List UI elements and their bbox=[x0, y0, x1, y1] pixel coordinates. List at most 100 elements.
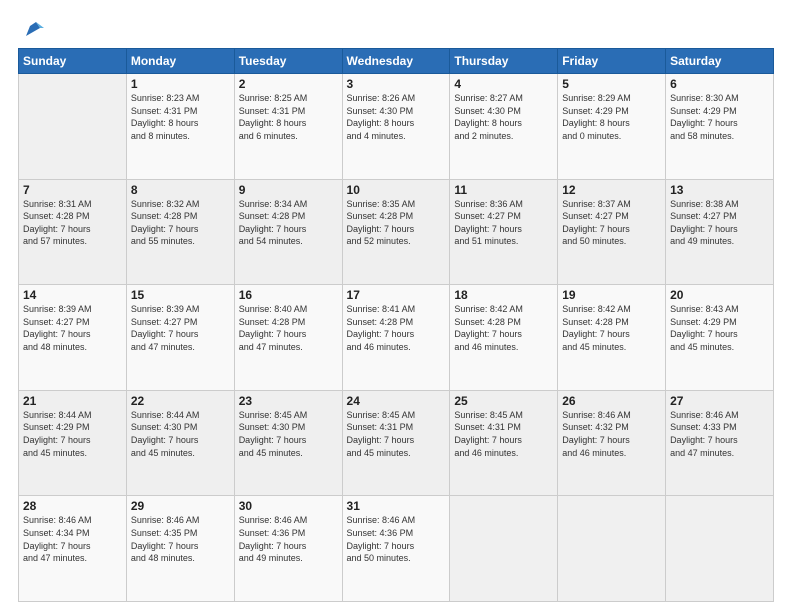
day-number: 8 bbox=[131, 183, 230, 197]
col-header-thursday: Thursday bbox=[450, 49, 558, 74]
day-cell: 18Sunrise: 8:42 AMSunset: 4:28 PMDayligh… bbox=[450, 285, 558, 391]
day-cell: 7Sunrise: 8:31 AMSunset: 4:28 PMDaylight… bbox=[19, 179, 127, 285]
day-cell: 13Sunrise: 8:38 AMSunset: 4:27 PMDayligh… bbox=[666, 179, 774, 285]
col-header-saturday: Saturday bbox=[666, 49, 774, 74]
day-info: Sunrise: 8:34 AMSunset: 4:28 PMDaylight:… bbox=[239, 198, 338, 248]
col-header-tuesday: Tuesday bbox=[234, 49, 342, 74]
logo-icon bbox=[22, 18, 44, 40]
day-cell: 27Sunrise: 8:46 AMSunset: 4:33 PMDayligh… bbox=[666, 390, 774, 496]
day-info: Sunrise: 8:46 AMSunset: 4:34 PMDaylight:… bbox=[23, 514, 122, 564]
day-number: 11 bbox=[454, 183, 553, 197]
calendar-table: SundayMondayTuesdayWednesdayThursdayFrid… bbox=[18, 48, 774, 602]
col-header-monday: Monday bbox=[126, 49, 234, 74]
day-cell: 19Sunrise: 8:42 AMSunset: 4:28 PMDayligh… bbox=[558, 285, 666, 391]
day-cell: 25Sunrise: 8:45 AMSunset: 4:31 PMDayligh… bbox=[450, 390, 558, 496]
week-row-4: 21Sunrise: 8:44 AMSunset: 4:29 PMDayligh… bbox=[19, 390, 774, 496]
col-header-sunday: Sunday bbox=[19, 49, 127, 74]
day-info: Sunrise: 8:41 AMSunset: 4:28 PMDaylight:… bbox=[347, 303, 446, 353]
day-info: Sunrise: 8:42 AMSunset: 4:28 PMDaylight:… bbox=[454, 303, 553, 353]
day-info: Sunrise: 8:27 AMSunset: 4:30 PMDaylight:… bbox=[454, 92, 553, 142]
day-cell: 3Sunrise: 8:26 AMSunset: 4:30 PMDaylight… bbox=[342, 74, 450, 180]
day-info: Sunrise: 8:45 AMSunset: 4:31 PMDaylight:… bbox=[347, 409, 446, 459]
week-row-3: 14Sunrise: 8:39 AMSunset: 4:27 PMDayligh… bbox=[19, 285, 774, 391]
day-cell: 31Sunrise: 8:46 AMSunset: 4:36 PMDayligh… bbox=[342, 496, 450, 602]
day-info: Sunrise: 8:42 AMSunset: 4:28 PMDaylight:… bbox=[562, 303, 661, 353]
day-number: 31 bbox=[347, 499, 446, 513]
day-number: 1 bbox=[131, 77, 230, 91]
day-info: Sunrise: 8:25 AMSunset: 4:31 PMDaylight:… bbox=[239, 92, 338, 142]
day-info: Sunrise: 8:30 AMSunset: 4:29 PMDaylight:… bbox=[670, 92, 769, 142]
day-number: 2 bbox=[239, 77, 338, 91]
day-cell: 2Sunrise: 8:25 AMSunset: 4:31 PMDaylight… bbox=[234, 74, 342, 180]
day-cell: 10Sunrise: 8:35 AMSunset: 4:28 PMDayligh… bbox=[342, 179, 450, 285]
day-info: Sunrise: 8:40 AMSunset: 4:28 PMDaylight:… bbox=[239, 303, 338, 353]
day-info: Sunrise: 8:46 AMSunset: 4:33 PMDaylight:… bbox=[670, 409, 769, 459]
day-cell: 21Sunrise: 8:44 AMSunset: 4:29 PMDayligh… bbox=[19, 390, 127, 496]
day-info: Sunrise: 8:31 AMSunset: 4:28 PMDaylight:… bbox=[23, 198, 122, 248]
day-info: Sunrise: 8:29 AMSunset: 4:29 PMDaylight:… bbox=[562, 92, 661, 142]
day-cell: 20Sunrise: 8:43 AMSunset: 4:29 PMDayligh… bbox=[666, 285, 774, 391]
day-number: 17 bbox=[347, 288, 446, 302]
day-number: 15 bbox=[131, 288, 230, 302]
day-cell: 29Sunrise: 8:46 AMSunset: 4:35 PMDayligh… bbox=[126, 496, 234, 602]
day-number: 30 bbox=[239, 499, 338, 513]
day-cell: 8Sunrise: 8:32 AMSunset: 4:28 PMDaylight… bbox=[126, 179, 234, 285]
day-number: 6 bbox=[670, 77, 769, 91]
day-cell: 12Sunrise: 8:37 AMSunset: 4:27 PMDayligh… bbox=[558, 179, 666, 285]
day-info: Sunrise: 8:32 AMSunset: 4:28 PMDaylight:… bbox=[131, 198, 230, 248]
day-number: 20 bbox=[670, 288, 769, 302]
day-info: Sunrise: 8:46 AMSunset: 4:35 PMDaylight:… bbox=[131, 514, 230, 564]
page: SundayMondayTuesdayWednesdayThursdayFrid… bbox=[0, 0, 792, 612]
week-row-2: 7Sunrise: 8:31 AMSunset: 4:28 PMDaylight… bbox=[19, 179, 774, 285]
day-number: 25 bbox=[454, 394, 553, 408]
day-cell bbox=[666, 496, 774, 602]
day-number: 22 bbox=[131, 394, 230, 408]
day-info: Sunrise: 8:43 AMSunset: 4:29 PMDaylight:… bbox=[670, 303, 769, 353]
col-header-friday: Friday bbox=[558, 49, 666, 74]
day-info: Sunrise: 8:26 AMSunset: 4:30 PMDaylight:… bbox=[347, 92, 446, 142]
day-info: Sunrise: 8:45 AMSunset: 4:31 PMDaylight:… bbox=[454, 409, 553, 459]
logo bbox=[18, 18, 44, 40]
day-cell: 30Sunrise: 8:46 AMSunset: 4:36 PMDayligh… bbox=[234, 496, 342, 602]
week-row-1: 1Sunrise: 8:23 AMSunset: 4:31 PMDaylight… bbox=[19, 74, 774, 180]
day-info: Sunrise: 8:39 AMSunset: 4:27 PMDaylight:… bbox=[23, 303, 122, 353]
day-number: 23 bbox=[239, 394, 338, 408]
day-cell bbox=[558, 496, 666, 602]
day-cell: 6Sunrise: 8:30 AMSunset: 4:29 PMDaylight… bbox=[666, 74, 774, 180]
day-cell: 23Sunrise: 8:45 AMSunset: 4:30 PMDayligh… bbox=[234, 390, 342, 496]
day-cell: 22Sunrise: 8:44 AMSunset: 4:30 PMDayligh… bbox=[126, 390, 234, 496]
day-cell bbox=[19, 74, 127, 180]
day-number: 5 bbox=[562, 77, 661, 91]
day-number: 18 bbox=[454, 288, 553, 302]
day-info: Sunrise: 8:36 AMSunset: 4:27 PMDaylight:… bbox=[454, 198, 553, 248]
day-info: Sunrise: 8:44 AMSunset: 4:30 PMDaylight:… bbox=[131, 409, 230, 459]
day-number: 9 bbox=[239, 183, 338, 197]
day-number: 24 bbox=[347, 394, 446, 408]
header bbox=[18, 18, 774, 40]
day-cell: 15Sunrise: 8:39 AMSunset: 4:27 PMDayligh… bbox=[126, 285, 234, 391]
col-header-wednesday: Wednesday bbox=[342, 49, 450, 74]
day-cell: 26Sunrise: 8:46 AMSunset: 4:32 PMDayligh… bbox=[558, 390, 666, 496]
day-number: 3 bbox=[347, 77, 446, 91]
day-number: 14 bbox=[23, 288, 122, 302]
day-info: Sunrise: 8:46 AMSunset: 4:32 PMDaylight:… bbox=[562, 409, 661, 459]
header-row: SundayMondayTuesdayWednesdayThursdayFrid… bbox=[19, 49, 774, 74]
day-number: 27 bbox=[670, 394, 769, 408]
day-info: Sunrise: 8:46 AMSunset: 4:36 PMDaylight:… bbox=[239, 514, 338, 564]
day-info: Sunrise: 8:45 AMSunset: 4:30 PMDaylight:… bbox=[239, 409, 338, 459]
day-info: Sunrise: 8:46 AMSunset: 4:36 PMDaylight:… bbox=[347, 514, 446, 564]
day-cell: 1Sunrise: 8:23 AMSunset: 4:31 PMDaylight… bbox=[126, 74, 234, 180]
day-cell: 17Sunrise: 8:41 AMSunset: 4:28 PMDayligh… bbox=[342, 285, 450, 391]
day-info: Sunrise: 8:39 AMSunset: 4:27 PMDaylight:… bbox=[131, 303, 230, 353]
day-cell bbox=[450, 496, 558, 602]
day-info: Sunrise: 8:23 AMSunset: 4:31 PMDaylight:… bbox=[131, 92, 230, 142]
week-row-5: 28Sunrise: 8:46 AMSunset: 4:34 PMDayligh… bbox=[19, 496, 774, 602]
day-cell: 16Sunrise: 8:40 AMSunset: 4:28 PMDayligh… bbox=[234, 285, 342, 391]
day-cell: 11Sunrise: 8:36 AMSunset: 4:27 PMDayligh… bbox=[450, 179, 558, 285]
day-number: 12 bbox=[562, 183, 661, 197]
day-info: Sunrise: 8:38 AMSunset: 4:27 PMDaylight:… bbox=[670, 198, 769, 248]
day-info: Sunrise: 8:44 AMSunset: 4:29 PMDaylight:… bbox=[23, 409, 122, 459]
day-cell: 4Sunrise: 8:27 AMSunset: 4:30 PMDaylight… bbox=[450, 74, 558, 180]
day-cell: 14Sunrise: 8:39 AMSunset: 4:27 PMDayligh… bbox=[19, 285, 127, 391]
day-number: 7 bbox=[23, 183, 122, 197]
